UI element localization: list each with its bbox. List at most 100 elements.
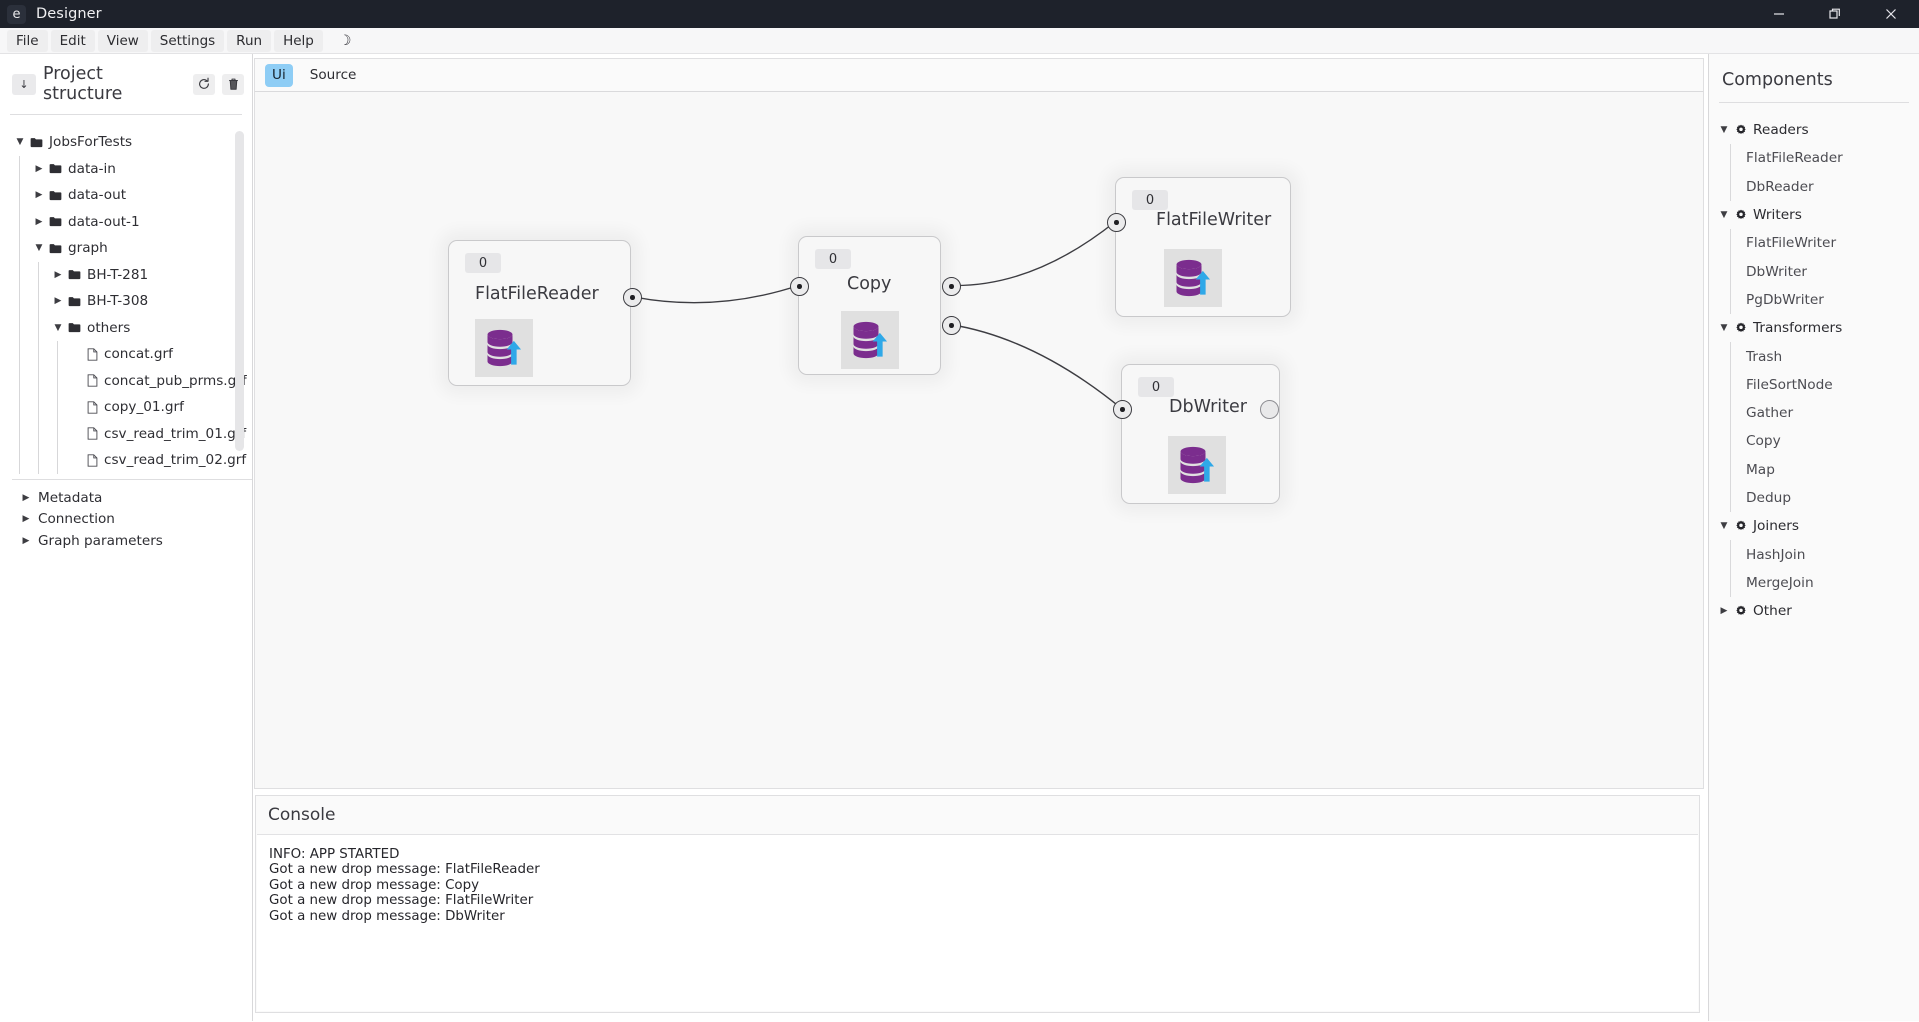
component-item-label: DbWriter	[1746, 263, 1807, 280]
node-port-output[interactable]	[623, 288, 642, 307]
tree-scrollbar-thumb[interactable]	[235, 131, 244, 451]
component-item-dedup[interactable]: Dedup	[1709, 483, 1919, 513]
minimize-button[interactable]	[1751, 0, 1807, 28]
tree-guide-line	[57, 394, 58, 421]
folder-icon	[68, 270, 81, 280]
collapse-panel-icon[interactable]: ↓	[12, 73, 36, 95]
chevron-down-icon[interactable]: ▼	[1719, 210, 1729, 220]
component-item-label: FlatFileReader	[1746, 150, 1843, 167]
tree-file-row[interactable]: ▶concat.grf	[0, 341, 252, 368]
tree-guide-line	[38, 261, 39, 288]
chevron-right-icon[interactable]: ▶	[52, 296, 64, 306]
chevron-down-icon[interactable]: ▼	[1719, 125, 1729, 135]
tree-file-row[interactable]: ▶csv_read_trim_01.grf	[0, 420, 252, 447]
chevron-down-icon[interactable]: ▼	[1719, 323, 1729, 333]
component-item-flatfilereader[interactable]: FlatFileReader	[1709, 144, 1919, 173]
tree-guide-line	[57, 420, 58, 447]
chevron-right-icon[interactable]: ▶	[33, 190, 45, 200]
tree-folder-row[interactable]: ▶ BH-T-308	[0, 288, 252, 315]
node-port-output[interactable]	[1260, 400, 1279, 419]
graph-edge[interactable]	[950, 323, 1122, 410]
chevron-right-icon[interactable]: ▶	[33, 164, 45, 174]
maximize-button[interactable]	[1807, 0, 1863, 28]
graph-edge[interactable]	[950, 220, 1116, 287]
chevron-right-icon[interactable]: ▶	[1719, 606, 1729, 616]
tree-folder-row[interactable]: ▼ graph	[0, 235, 252, 262]
component-item-label: DbReader	[1746, 178, 1814, 195]
component-item-mergejoin[interactable]: MergeJoin	[1709, 568, 1919, 598]
component-item-trash[interactable]: Trash	[1709, 342, 1919, 371]
menu-view[interactable]: View	[97, 29, 148, 52]
component-group-other[interactable]: ▶ Other	[1709, 597, 1919, 625]
folder-icon	[30, 137, 43, 148]
chevron-right-icon[interactable]: ▶	[33, 217, 45, 227]
graph-node-flatfilereader[interactable]: 0 FlatFileReader	[448, 240, 642, 386]
node-port-input[interactable]	[1107, 213, 1126, 232]
component-item-pgdbwriter[interactable]: PgDbWriter	[1709, 285, 1919, 315]
chevron-down-icon[interactable]: ▼	[52, 323, 64, 333]
component-item-dbreader[interactable]: DbReader	[1709, 172, 1919, 202]
node-port-output[interactable]	[942, 277, 961, 296]
menu-edit[interactable]: Edit	[50, 29, 95, 52]
tree-item-label: others	[87, 319, 131, 336]
menu-file[interactable]: File	[7, 29, 48, 52]
folder-icon	[49, 243, 62, 253]
menu-help[interactable]: Help	[274, 29, 323, 52]
component-item-hashjoin[interactable]: HashJoin	[1709, 540, 1919, 570]
chevron-down-icon[interactable]: ▼	[33, 243, 45, 253]
chevron-right-icon[interactable]: ▶	[52, 270, 64, 280]
component-item-gather[interactable]: Gather	[1709, 398, 1919, 428]
project-section-connection[interactable]: ▶ Connection	[0, 509, 252, 531]
tab-source[interactable]: Source	[303, 64, 364, 87]
trash-icon[interactable]	[222, 73, 244, 95]
component-group-joiners[interactable]: ▼ Joiners	[1709, 512, 1919, 540]
dark-mode-toggle-icon[interactable]: ☽	[331, 31, 360, 51]
tree-folder-row[interactable]: ▼ others	[0, 314, 252, 341]
chevron-down-icon[interactable]: ▼	[14, 137, 26, 147]
component-group-readers[interactable]: ▼ Readers	[1709, 116, 1919, 144]
menu-run[interactable]: Run	[227, 29, 272, 52]
graph-node-dbwriter[interactable]: 0 DbWriter	[1113, 364, 1280, 504]
chevron-right-icon[interactable]: ▶	[20, 493, 32, 503]
project-section-graph-parameters[interactable]: ▶ Graph parameters	[0, 530, 252, 552]
component-group-writers[interactable]: ▼ Writers	[1709, 201, 1919, 229]
chevron-down-icon[interactable]: ▼	[1719, 521, 1729, 531]
graph-canvas[interactable]: 0 FlatFileReader 0 Copy 0 FlatFileWriter 0 DbWr…	[254, 91, 1704, 789]
component-item-label: MergeJoin	[1746, 574, 1814, 591]
console-output[interactable]: INFO: APP STARTED Got a new drop message:…	[257, 834, 1698, 1011]
tree-file-row[interactable]: ▶concat_pub_prms.grf	[0, 367, 252, 394]
tree-folder-row[interactable]: ▶ data-out-1	[0, 208, 252, 235]
component-item-map[interactable]: Map	[1709, 455, 1919, 485]
component-item-flatfilewriter[interactable]: FlatFileWriter	[1709, 229, 1919, 258]
tree-file-row[interactable]: ▶copy_01.grf	[0, 394, 252, 421]
component-item-copy[interactable]: Copy	[1709, 427, 1919, 456]
component-group-transformers[interactable]: ▼ Transformers	[1709, 314, 1919, 342]
graph-node-flatfilewriter[interactable]: 0 FlatFileWriter	[1107, 177, 1291, 317]
node-port-input[interactable]	[1113, 400, 1132, 419]
chevron-right-icon[interactable]: ▶	[20, 536, 32, 546]
tab-ui[interactable]: Ui	[265, 63, 293, 87]
graph-edge[interactable]	[631, 284, 799, 304]
menu-settings[interactable]: Settings	[150, 29, 225, 52]
tree-folder-row[interactable]: ▶ BH-T-281	[0, 261, 252, 288]
window-controls	[1751, 0, 1919, 28]
gear-icon	[1736, 605, 1746, 616]
node-port-output[interactable]	[942, 316, 961, 335]
component-item-dbwriter[interactable]: DbWriter	[1709, 257, 1919, 287]
tree-file-row[interactable]: ▶csv_read_trim_02.grf	[0, 447, 252, 474]
close-button[interactable]	[1863, 0, 1919, 28]
app-title: Designer	[36, 6, 102, 22]
tree-item-label: JobsForTests	[49, 134, 133, 151]
tree-folder-row[interactable]: ▶ data-out	[0, 182, 252, 209]
chevron-right-icon[interactable]: ▶	[20, 514, 32, 524]
graph-node-copy[interactable]: 0 Copy	[790, 236, 961, 375]
project-section-metadata[interactable]: ▶ Metadata	[0, 487, 252, 509]
node-port-input[interactable]	[790, 277, 809, 296]
file-icon	[87, 454, 98, 467]
tree-scrollbar[interactable]	[235, 131, 244, 467]
gear-icon	[1736, 520, 1746, 531]
tree-folder-row[interactable]: ▼ JobsForTests	[0, 129, 252, 156]
component-item-filesortnode[interactable]: FileSortNode	[1709, 370, 1919, 400]
tree-folder-row[interactable]: ▶ data-in	[0, 155, 252, 182]
reload-icon[interactable]	[193, 73, 215, 95]
